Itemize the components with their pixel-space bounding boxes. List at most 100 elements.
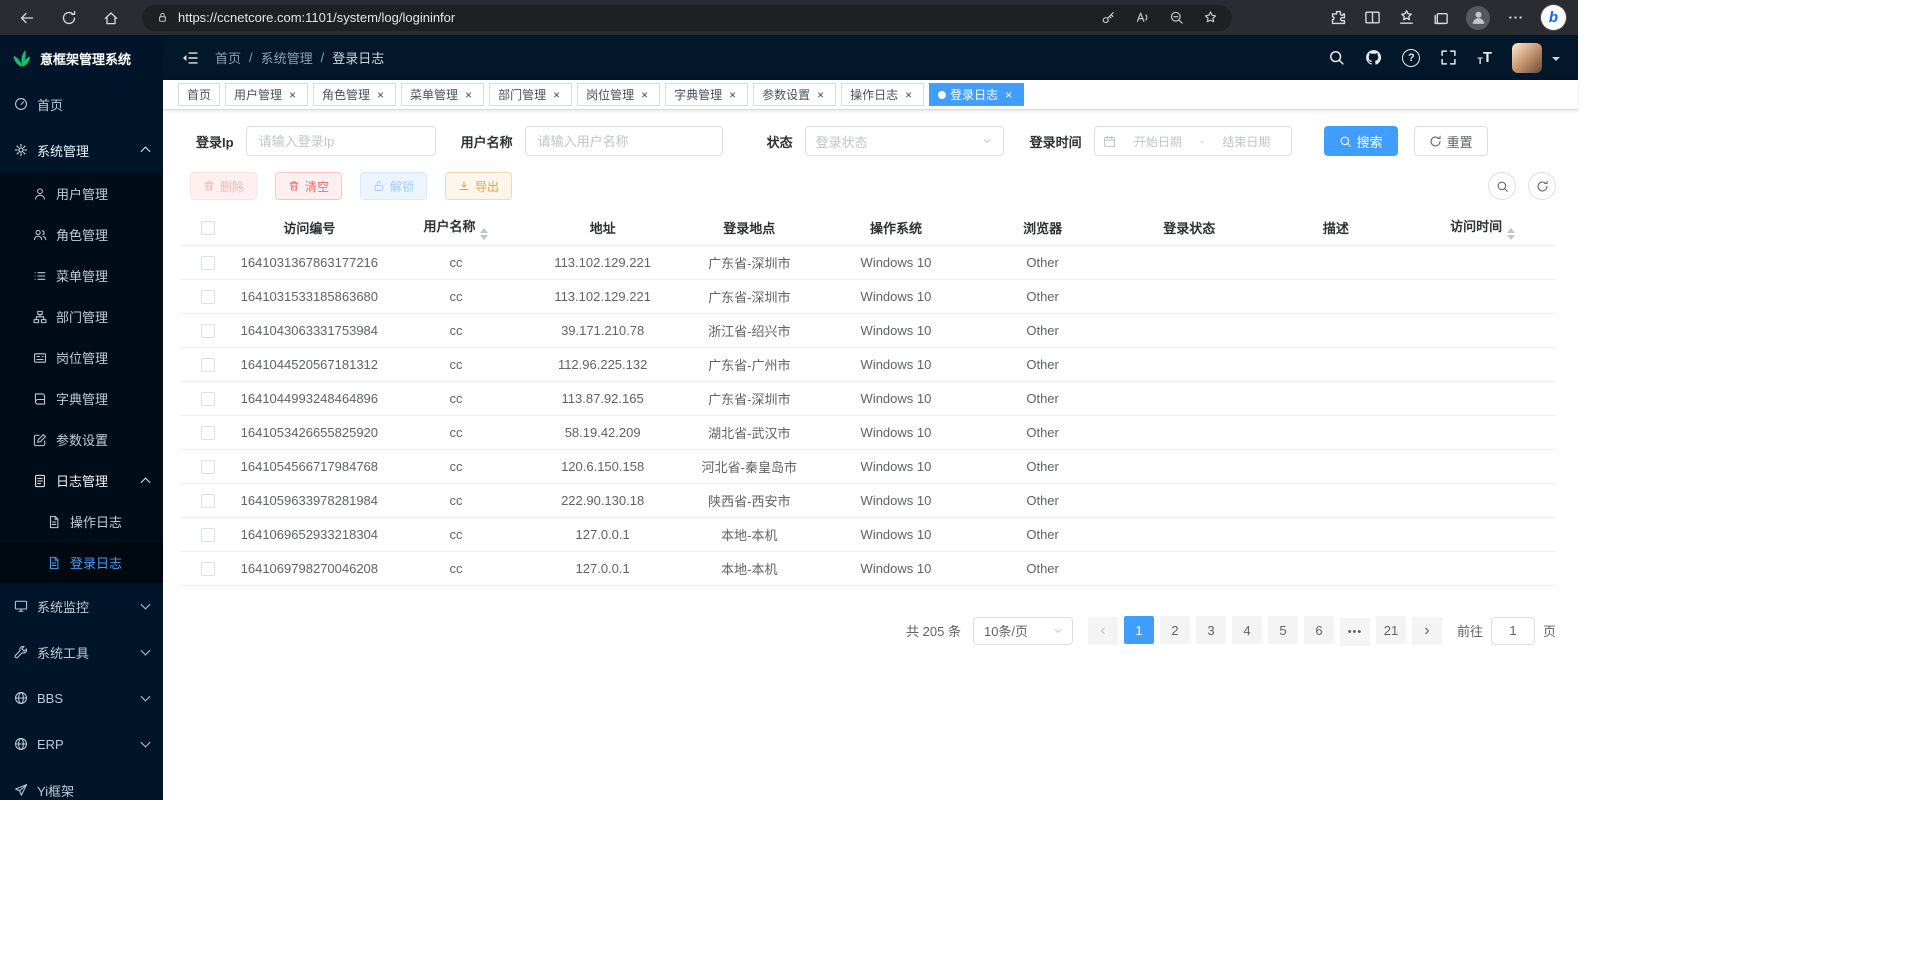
sort-icon[interactable]	[480, 228, 488, 240]
pagination-more-button[interactable]: •••	[1340, 618, 1370, 646]
export-button[interactable]: 导出	[445, 172, 512, 200]
user-name-input[interactable]	[525, 126, 723, 156]
sidebar-item-bbs[interactable]: BBS	[0, 675, 163, 721]
prev-page-button[interactable]	[1088, 617, 1118, 645]
page-3-button[interactable]: 3	[1196, 616, 1226, 644]
tab-dict-mgmt[interactable]: 字典管理	[665, 83, 748, 106]
table-row[interactable]: 1641043063331753984cc39.171.210.78浙江省-绍兴…	[180, 314, 1556, 348]
page-6-button[interactable]: 6	[1304, 616, 1334, 644]
table-row[interactable]: 1641031367863177216cc113.102.129.221广东省-…	[180, 246, 1556, 280]
help-icon[interactable]	[1402, 49, 1420, 67]
row-checkbox[interactable]	[201, 528, 215, 542]
page-1-button[interactable]: 1	[1124, 616, 1154, 644]
read-aloud-icon[interactable]	[1135, 10, 1150, 25]
table-row[interactable]: 1641054566717984768cc120.6.150.158河北省-秦皇…	[180, 450, 1556, 484]
next-page-button[interactable]	[1412, 617, 1442, 645]
status-select[interactable]: 登录状态	[805, 126, 1004, 156]
row-checkbox[interactable]	[201, 392, 215, 406]
bing-copilot-icon[interactable]	[1541, 5, 1566, 30]
sidebar-item-dept-mgmt[interactable]: 部门管理	[0, 296, 163, 337]
zoom-icon[interactable]	[1169, 10, 1184, 25]
sidebar-item-system-tools[interactable]: 系统工具	[0, 629, 163, 675]
reset-button[interactable]: 重置	[1414, 126, 1488, 156]
table-row[interactable]: 1641053426655825920cc58.19.42.209湖北省-武汉市…	[180, 416, 1556, 450]
delete-button[interactable]: 删除	[190, 172, 257, 200]
tab-close-icon[interactable]	[462, 88, 475, 101]
sidebar-item-yi-framework[interactable]: Yi框架	[0, 767, 163, 800]
tab-dept-mgmt[interactable]: 部门管理	[489, 83, 572, 106]
user-avatar[interactable]	[1512, 43, 1542, 73]
search-button[interactable]: 搜索	[1324, 126, 1398, 156]
address-bar[interactable]: https://ccnetcore.com:1101/system/log/lo…	[142, 5, 1232, 31]
login-ip-input[interactable]	[246, 126, 436, 156]
page-4-button[interactable]: 4	[1232, 616, 1262, 644]
tab-login-log[interactable]: 登录日志	[929, 83, 1024, 106]
browser-menu-icon[interactable]	[1507, 9, 1524, 26]
table-row[interactable]: 1641059633978281984cc222.90.130.18陕西省-西安…	[180, 484, 1556, 518]
sidebar-toggle-icon[interactable]	[181, 49, 199, 67]
tab-home[interactable]: 首页	[178, 83, 220, 106]
tab-close-icon[interactable]	[374, 88, 387, 101]
tab-operation-log[interactable]: 操作日志	[841, 83, 924, 106]
tab-menu-mgmt[interactable]: 菜单管理	[401, 83, 484, 106]
sidebar-item-login-log[interactable]: 登录日志	[0, 542, 163, 583]
password-key-icon[interactable]	[1101, 10, 1116, 25]
github-icon[interactable]	[1365, 49, 1382, 66]
extensions-icon[interactable]	[1330, 9, 1347, 26]
sidebar-item-home[interactable]: 首页	[0, 81, 163, 127]
tab-close-icon[interactable]	[814, 88, 827, 101]
page-21-button[interactable]: 21	[1376, 616, 1406, 644]
row-checkbox[interactable]	[201, 358, 215, 372]
table-row[interactable]: 1641069652933218304cc127.0.0.1本地-本机Windo…	[180, 518, 1556, 552]
toggle-search-button[interactable]	[1488, 172, 1516, 200]
row-checkbox[interactable]	[201, 256, 215, 270]
font-size-icon[interactable]	[1477, 49, 1492, 66]
table-row[interactable]: 1641031533185863680cc113.102.129.221广东省-…	[180, 280, 1556, 314]
browser-profile-icon[interactable]	[1466, 6, 1490, 30]
sidebar-item-menu-mgmt[interactable]: 菜单管理	[0, 255, 163, 296]
sidebar-item-system-monitor[interactable]: 系统监控	[0, 583, 163, 629]
collections-icon[interactable]	[1432, 9, 1449, 26]
page-5-button[interactable]: 5	[1268, 616, 1298, 644]
unlock-button[interactable]: 解锁	[360, 172, 427, 200]
sidebar-item-dict-mgmt[interactable]: 字典管理	[0, 378, 163, 419]
reload-icon[interactable]	[54, 3, 84, 33]
tab-post-mgmt[interactable]: 岗位管理	[577, 83, 660, 106]
browser-home-icon[interactable]	[96, 3, 126, 33]
sidebar-item-erp[interactable]: ERP	[0, 721, 163, 767]
table-row[interactable]: 1641044993248464896cc113.87.92.165广东省-深圳…	[180, 382, 1556, 416]
page-size-select[interactable]: 10条/页	[973, 617, 1073, 645]
tab-close-icon[interactable]	[902, 88, 915, 101]
row-checkbox[interactable]	[201, 494, 215, 508]
row-checkbox[interactable]	[201, 460, 215, 474]
row-checkbox[interactable]	[201, 426, 215, 440]
sidebar-item-operation-log[interactable]: 操作日志	[0, 501, 163, 542]
sidebar-item-log-mgmt[interactable]: 日志管理	[0, 460, 163, 501]
sidebar-item-param-settings[interactable]: 参数设置	[0, 419, 163, 460]
page-2-button[interactable]: 2	[1160, 616, 1190, 644]
refresh-table-button[interactable]	[1528, 172, 1556, 200]
favorites-icon[interactable]	[1398, 9, 1415, 26]
sort-icon[interactable]	[1507, 228, 1515, 240]
row-checkbox[interactable]	[201, 324, 215, 338]
tab-role-mgmt[interactable]: 角色管理	[313, 83, 396, 106]
login-time-range[interactable]: 开始日期 - 结束日期	[1094, 126, 1292, 156]
breadcrumb-home[interactable]: 首页	[215, 48, 241, 67]
sidebar-item-role-mgmt[interactable]: 角色管理	[0, 214, 163, 255]
sidebar-item-system-mgmt[interactable]: 系统管理	[0, 127, 163, 173]
row-checkbox[interactable]	[201, 290, 215, 304]
tab-close-icon[interactable]	[726, 88, 739, 101]
select-all-checkbox[interactable]	[201, 221, 215, 235]
tab-close-icon[interactable]	[550, 88, 563, 101]
header-search-icon[interactable]	[1328, 49, 1345, 66]
add-favorite-icon[interactable]	[1203, 10, 1218, 25]
tab-user-mgmt[interactable]: 用户管理	[225, 83, 308, 106]
table-row[interactable]: 1641044520567181312cc112.96.225.132广东省-广…	[180, 348, 1556, 382]
back-icon[interactable]	[12, 3, 42, 33]
sidebar-item-user-mgmt[interactable]: 用户管理	[0, 173, 163, 214]
clear-button[interactable]: 清空	[275, 172, 342, 200]
tab-close-icon[interactable]	[286, 88, 299, 101]
tab-close-icon[interactable]	[638, 88, 651, 101]
row-checkbox[interactable]	[201, 562, 215, 576]
goto-page-input[interactable]	[1491, 617, 1535, 645]
